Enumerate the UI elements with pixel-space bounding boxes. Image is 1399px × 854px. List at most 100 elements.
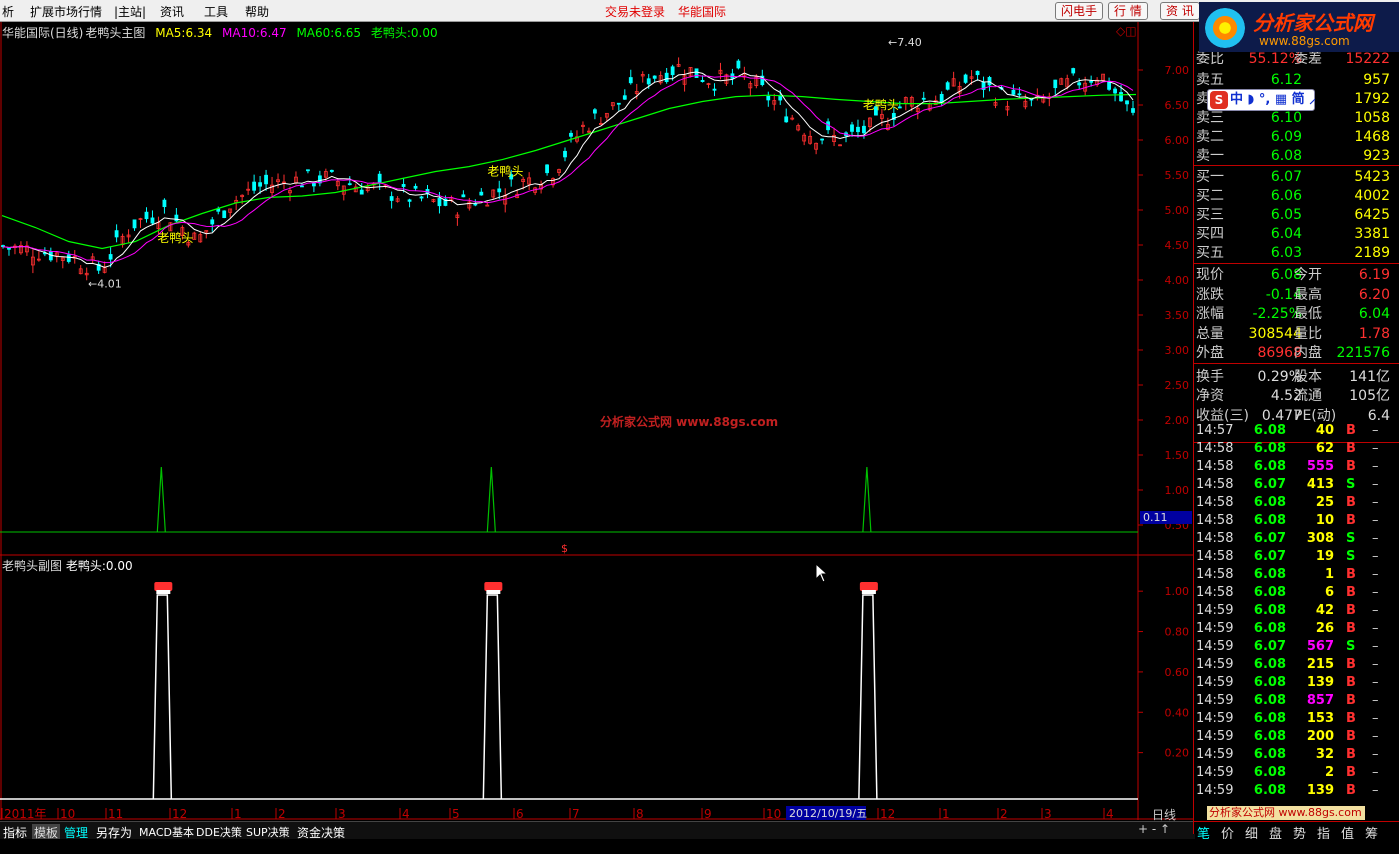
main-chart-title: 华能国际(日线) 老鸭头主图 MA5:6.34 MA10:6.47 MA60:6.… xyxy=(2,24,444,41)
status-line xyxy=(0,839,1399,854)
sell-row: 卖五 6.12 957 xyxy=(1194,71,1390,90)
tick-bs: S xyxy=(1346,477,1356,492)
menu-item-news[interactable]: 资讯 xyxy=(160,3,184,20)
ma5-label: MA5: xyxy=(155,26,186,40)
stat-row-label: 外盘 xyxy=(1196,345,1224,361)
tick-price: 6.08 xyxy=(1253,729,1286,744)
menu-item-tools[interactable]: 工具 xyxy=(204,3,228,20)
tick-dash: – xyxy=(1372,567,1379,582)
stat-row-volume: 221576 xyxy=(1336,345,1390,361)
tick-time: 14:58 xyxy=(1196,531,1234,546)
chart-window-controls[interactable]: ◇◫ xyxy=(1116,24,1137,38)
candle-body xyxy=(545,164,549,174)
tick-time: 14:59 xyxy=(1196,729,1234,744)
sub-signal-bar xyxy=(152,594,173,800)
candle-body xyxy=(222,210,227,218)
mouse-pointer-icon xyxy=(815,563,829,583)
sell-row-volume: 957 xyxy=(1363,72,1390,88)
sub-tick-label: 0.60 xyxy=(1165,666,1190,679)
candle-body xyxy=(479,191,484,196)
tick-vol: 32 xyxy=(1315,747,1334,762)
candle-body xyxy=(622,95,627,100)
tick-dash: – xyxy=(1372,765,1379,780)
tick-bs: B xyxy=(1346,603,1356,618)
price-tick-label: 4.50 xyxy=(1165,239,1190,252)
quote-button[interactable]: 行 情 xyxy=(1108,2,1148,20)
candle-body xyxy=(820,138,825,141)
house-icon xyxy=(154,582,173,591)
laoya-label: 老鸭头: xyxy=(370,26,411,40)
tick-dash: – xyxy=(1372,477,1379,492)
tick-bs: B xyxy=(1346,657,1356,672)
tick-row: 14:58 6.08 62 B – xyxy=(1194,440,1390,458)
info-button[interactable]: 资 讯 xyxy=(1160,2,1200,20)
candle-body xyxy=(347,183,352,186)
tick-price: 6.07 xyxy=(1253,549,1286,564)
ma10-value: 6.47 xyxy=(259,26,287,40)
kline-chart[interactable]: ←7.40←4.01 老鸭头老鸭头老鸭头 $ 7.006.506.005.505… xyxy=(0,22,1193,842)
laoya-value: 0.00 xyxy=(410,26,438,40)
price-tick-label: 1.00 xyxy=(1165,484,1190,497)
candle-body xyxy=(437,197,442,207)
price-tick-label: 3.50 xyxy=(1165,309,1190,322)
tick-time: 14:59 xyxy=(1196,765,1234,780)
tick-row: 14:58 6.08 10 B – xyxy=(1194,512,1390,530)
buy-row-label: 买二 xyxy=(1196,188,1224,204)
buy-row-value: 6.07 xyxy=(1270,169,1302,185)
sell-row-label: 卖五 xyxy=(1196,72,1224,88)
sell-row-volume: 923 xyxy=(1363,148,1390,164)
candle-body xyxy=(66,254,71,262)
sub-tick-label: 0.20 xyxy=(1165,747,1190,760)
pattern-label: 老鸭头 xyxy=(157,231,193,245)
tick-time: 14:58 xyxy=(1196,477,1234,492)
candle-body xyxy=(652,75,657,79)
sell-row-label: 卖二 xyxy=(1196,129,1224,145)
tick-row: 14:59 6.08 32 B – xyxy=(1194,746,1390,764)
zoom-controls[interactable]: + - ↑ xyxy=(1138,822,1170,836)
menu-item-extended-market[interactable]: 扩展市场行情 xyxy=(30,3,102,20)
stat-row: 现价 6.08 今开 6.19 xyxy=(1194,266,1390,285)
tick-price: 6.08 xyxy=(1253,657,1286,672)
sub-chart-bars: $ xyxy=(0,542,1138,800)
tab-dde[interactable]: DDE决策 xyxy=(196,824,242,840)
high-mark: ←7.40 xyxy=(888,36,922,49)
menu-item-analysis[interactable]: 析 xyxy=(2,3,14,20)
tick-row: 14:58 6.07 308 S – xyxy=(1194,530,1390,548)
buy-row-label: 买五 xyxy=(1196,245,1224,261)
buy-row-volume: 6425 xyxy=(1354,207,1390,223)
broker-name: 华能国际 xyxy=(678,5,727,19)
tick-vol: 567 xyxy=(1306,639,1334,654)
stat-row: 外盘 86968 内盘 221576 xyxy=(1194,344,1390,363)
stat-row-label2: 量比 xyxy=(1294,325,1322,342)
menu-item-help[interactable]: 帮助 xyxy=(245,3,269,20)
separator xyxy=(1194,363,1399,364)
menu-item-main-station[interactable]: |主站| xyxy=(114,3,146,20)
tick-bs: B xyxy=(1346,495,1356,510)
tick-vol: 10 xyxy=(1315,513,1334,528)
weibi-label: 委比 xyxy=(1196,51,1224,67)
tick-vol: 26 xyxy=(1315,621,1334,636)
tick-dash: – xyxy=(1372,603,1379,618)
candle-body xyxy=(975,70,980,76)
buy-row-label: 买四 xyxy=(1196,226,1224,242)
flash-trade-button[interactable]: 闪电手 xyxy=(1055,2,1104,20)
bottom-tab-bar: 指标 模板 管理 另存为 MACD基本 DDE决策 SUP决策 资金决策 xyxy=(0,821,1195,841)
tick-price: 6.08 xyxy=(1253,621,1286,636)
tick-dash: – xyxy=(1372,639,1379,654)
tab-macd[interactable]: MACD基本 xyxy=(139,824,194,840)
candle-body xyxy=(945,82,950,90)
weicha-value: 15222 xyxy=(1345,51,1390,67)
buy-row: 买三 6.05 6425 xyxy=(1194,206,1390,225)
date-label: 2011年 xyxy=(4,807,47,821)
date-label: 2 xyxy=(1000,807,1008,821)
trade-status[interactable]: 交易未登录 xyxy=(605,3,665,20)
date-label: 5 xyxy=(452,807,460,821)
ime-toolbar[interactable]: S中 ◗ °, ▦ 简 ⸝ xyxy=(1207,89,1316,111)
candle-body xyxy=(569,132,573,137)
tick-time: 14:58 xyxy=(1196,513,1234,528)
tab-sup[interactable]: SUP决策 xyxy=(246,824,290,840)
tick-time: 14:59 xyxy=(1196,693,1234,708)
stat-row-volume: 6.20 xyxy=(1358,286,1390,303)
tick-time: 14:59 xyxy=(1196,639,1234,654)
candle-body xyxy=(174,214,179,222)
